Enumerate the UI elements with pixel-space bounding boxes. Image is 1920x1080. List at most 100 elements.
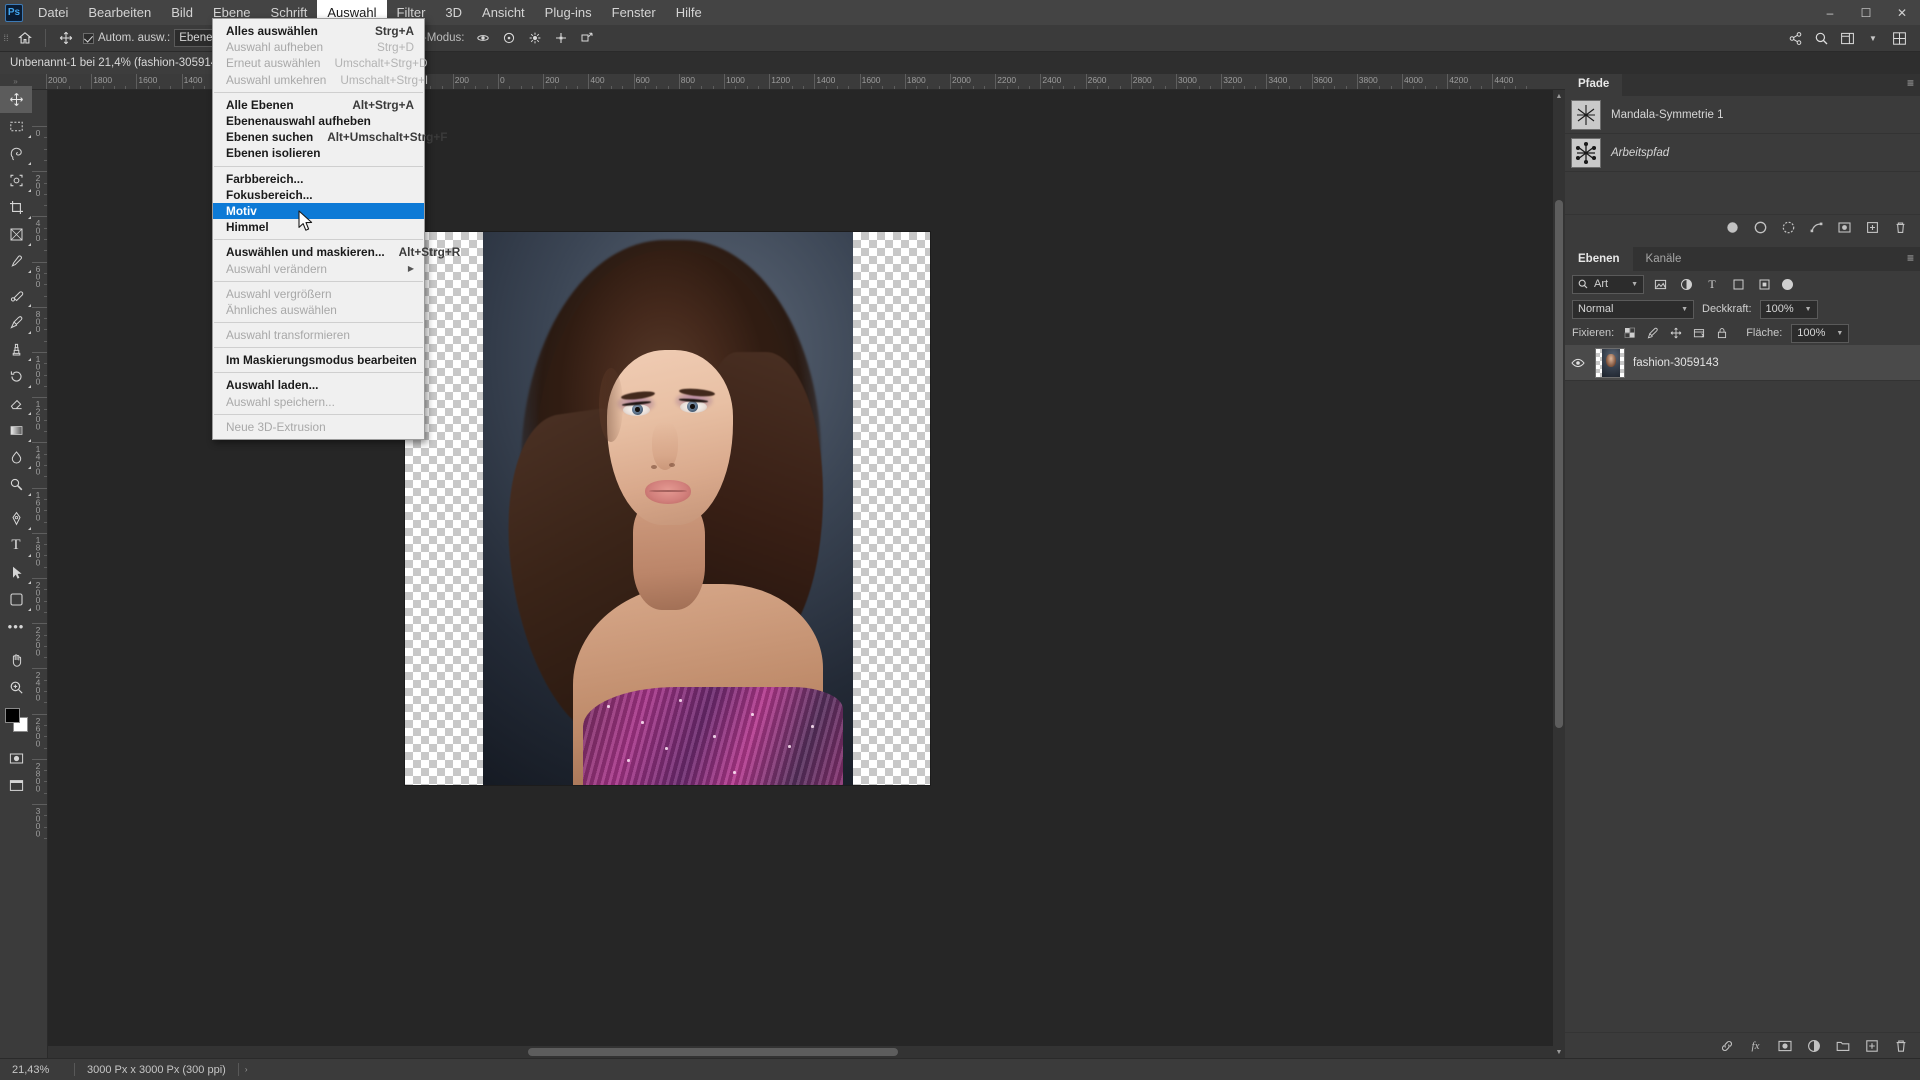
hand-tool[interactable]: [0, 647, 32, 674]
menu-item-ebenenauswahl-aufheben[interactable]: Ebenenauswahl aufheben: [213, 113, 424, 129]
canvas-vertical-scrollbar[interactable]: ▲ ▼: [1553, 90, 1565, 1058]
pixel-layer-filter-icon[interactable]: [1650, 275, 1670, 294]
type-layer-filter-icon[interactable]: T: [1702, 275, 1722, 294]
blend-mode-dropdown[interactable]: Normal ▼: [1572, 299, 1694, 319]
menu-datei[interactable]: Datei: [28, 0, 78, 25]
share-icon[interactable]: [1782, 26, 1808, 50]
load-selection-icon[interactable]: [1781, 220, 1796, 235]
menu-item-auswahl-laden[interactable]: Auswahl laden...: [213, 377, 424, 393]
vertical-scroll-thumb[interactable]: [1555, 200, 1563, 728]
tab-kanaele[interactable]: Kanäle: [1632, 247, 1695, 271]
tab-pfade[interactable]: Pfade: [1565, 72, 1623, 96]
eraser-tool[interactable]: [0, 390, 32, 417]
options-bar-grip[interactable]: ⁞⁞: [0, 25, 12, 52]
scale-3d-icon[interactable]: [574, 26, 600, 50]
fill-field[interactable]: 100% ▼: [1791, 323, 1850, 343]
paths-panel-menu-icon[interactable]: ≡: [1907, 77, 1914, 89]
shape-layer-filter-icon[interactable]: [1728, 275, 1748, 294]
lock-image-pixels-icon[interactable]: [1646, 326, 1660, 340]
new-layer-icon[interactable]: [1864, 1038, 1879, 1053]
layer-thumbnail[interactable]: [1595, 347, 1625, 378]
history-brush-tool[interactable]: [0, 363, 32, 390]
stroke-path-icon[interactable]: [1753, 220, 1768, 235]
lock-position-icon[interactable]: [1669, 326, 1683, 340]
menu-item-alles-auswählen[interactable]: Alles auswählen Strg+A: [213, 23, 424, 39]
move-tool-icon[interactable]: [53, 26, 79, 50]
link-layers-icon[interactable]: [1719, 1038, 1734, 1053]
dodge-tool[interactable]: [0, 471, 32, 498]
lock-transparent-pixels-icon[interactable]: [1623, 326, 1637, 340]
menu-item-ebenen-suchen[interactable]: Ebenen suchen Alt+Umschalt+Strg+F: [213, 129, 447, 145]
gradient-tool[interactable]: [0, 417, 32, 444]
filter-toggle-switch[interactable]: [1782, 278, 1793, 290]
type-tool[interactable]: T: [0, 532, 32, 559]
menu-hilfe[interactable]: Hilfe: [666, 0, 712, 25]
menu-item-auswählen-und-maskieren[interactable]: Auswählen und maskieren... Alt+Strg+R: [213, 244, 460, 260]
horizontal-scroll-thumb[interactable]: [528, 1048, 898, 1056]
pen-tool[interactable]: [0, 505, 32, 532]
home-icon[interactable]: [12, 26, 38, 50]
add-mask-icon[interactable]: [1837, 220, 1852, 235]
auswahl-dropdown-menu[interactable]: Alles auswählen Strg+A Auswahl aufheben Str…: [212, 18, 460, 440]
brush-tool[interactable]: [0, 309, 32, 336]
menu-plugins[interactable]: Plug-ins: [535, 0, 602, 25]
layer-kind-filter[interactable]: Art ▼: [1572, 274, 1644, 294]
blur-tool[interactable]: [0, 444, 32, 471]
menu-item-fokusbereich[interactable]: Fokusbereich...: [213, 187, 424, 203]
maximize-button[interactable]: ☐: [1848, 0, 1884, 25]
smart-object-filter-icon[interactable]: [1754, 275, 1774, 294]
screen-mode-icon[interactable]: [0, 772, 32, 799]
lock-artboard-nesting-icon[interactable]: [1692, 326, 1706, 340]
zoom-level[interactable]: 21,43%: [0, 1064, 74, 1076]
shape-tool[interactable]: [0, 586, 32, 613]
menu-bearbeiten[interactable]: Bearbeiten: [78, 0, 161, 25]
menu-bild[interactable]: Bild: [161, 0, 203, 25]
eyedropper-tool[interactable]: [0, 248, 32, 275]
menu-item-himmel[interactable]: Himmel: [213, 219, 424, 235]
fill-path-icon[interactable]: [1725, 220, 1740, 235]
scroll-down-icon[interactable]: ▼: [1553, 1046, 1565, 1058]
move-tool[interactable]: [0, 86, 32, 113]
opacity-field[interactable]: 100% ▼: [1759, 299, 1818, 319]
menu-3d[interactable]: 3D: [435, 0, 472, 25]
rectangular-marquee-tool[interactable]: [0, 113, 32, 140]
menu-item-farbbereich[interactable]: Farbbereich...: [213, 171, 424, 187]
pan-3d-icon[interactable]: [522, 26, 548, 50]
zoom-tool[interactable]: [0, 674, 32, 701]
new-group-icon[interactable]: [1835, 1038, 1850, 1053]
path-row[interactable]: Arbeitspfad: [1565, 134, 1920, 172]
scroll-up-icon[interactable]: ▲: [1553, 90, 1565, 102]
artboard-transparent-background[interactable]: [405, 232, 930, 785]
roll-3d-icon[interactable]: [496, 26, 522, 50]
menu-fenster[interactable]: Fenster: [602, 0, 666, 25]
layer-list[interactable]: fashion-3059143: [1565, 345, 1920, 1032]
search-icon[interactable]: [1808, 26, 1834, 50]
delete-layer-icon[interactable]: [1893, 1038, 1908, 1053]
color-swatches[interactable]: [0, 705, 32, 739]
new-path-icon[interactable]: [1865, 220, 1880, 235]
layers-panel-menu-icon[interactable]: ≡: [1907, 252, 1914, 264]
menu-item-motiv[interactable]: Motiv: [213, 202, 424, 220]
tab-ebenen[interactable]: Ebenen: [1565, 247, 1633, 271]
tools-panel-grip[interactable]: »: [0, 76, 32, 86]
arrange-documents-icon[interactable]: [1886, 26, 1912, 50]
status-expand-icon[interactable]: ›: [239, 1065, 254, 1074]
eye-icon[interactable]: [1569, 356, 1587, 370]
menu-ansicht[interactable]: Ansicht: [472, 0, 535, 25]
menu-item-alle-ebenen[interactable]: Alle Ebenen Alt+Strg+A: [213, 97, 424, 113]
lasso-tool[interactable]: [0, 140, 32, 167]
object-selection-tool[interactable]: [0, 167, 32, 194]
chevron-down-icon[interactable]: ▼: [1860, 26, 1886, 50]
close-button[interactable]: ✕: [1884, 0, 1920, 25]
vertical-ruler[interactable]: 0 200 400 600 800 1000 1200 1400 1600 1800 2000 220…: [32, 90, 48, 1058]
orbit-3d-icon[interactable]: [470, 26, 496, 50]
auto-select-checkbox[interactable]: Autom. ausw.:: [83, 32, 170, 44]
delete-path-icon[interactable]: [1893, 220, 1908, 235]
crop-tool[interactable]: [0, 194, 32, 221]
make-work-path-icon[interactable]: [1809, 220, 1824, 235]
new-fill-adjustment-icon[interactable]: [1806, 1038, 1821, 1053]
quick-mask-icon[interactable]: [0, 745, 32, 772]
canvas-horizontal-scrollbar[interactable]: [48, 1046, 1553, 1058]
layer-row[interactable]: fashion-3059143: [1565, 345, 1920, 381]
path-row[interactable]: Mandala-Symmetrie 1: [1565, 96, 1920, 134]
